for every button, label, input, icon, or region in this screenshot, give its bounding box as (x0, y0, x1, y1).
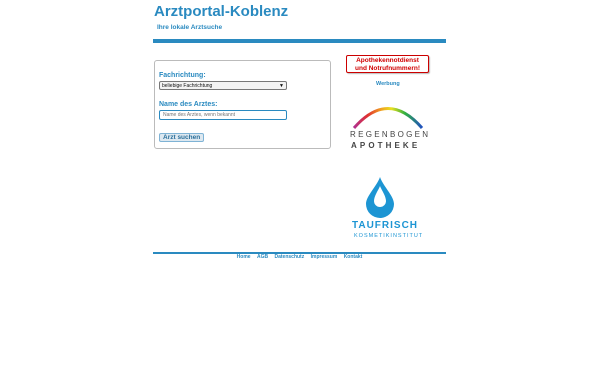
emergency-line2: und Notrufnummern! (355, 64, 420, 72)
specialty-select[interactable]: beliebige Fachrichtung ▼ (159, 81, 287, 90)
taufrisch-ad-line1: TAUFRISCH (352, 220, 419, 231)
regenbogen-ad-line2: APOTHEKE (351, 141, 421, 150)
header-bar (153, 39, 446, 43)
footer-link-kontakt[interactable]: Kontakt (344, 254, 363, 260)
footer-link-impressum[interactable]: Impressum (311, 254, 338, 260)
doctor-search-form: Fachrichtung: beliebige Fachrichtung ▼ N… (154, 60, 331, 149)
specialty-label: Fachrichtung: (159, 72, 206, 79)
chevron-down-icon: ▼ (279, 83, 284, 89)
site-subtitle: Ihre lokale Arztsuche (157, 24, 223, 31)
water-drop-logo-icon[interactable] (365, 176, 395, 218)
emergency-line1: Apothekennotdienst (356, 57, 419, 64)
specialty-select-value: beliebige Fachrichtung (162, 83, 213, 89)
emergency-pharmacy-button[interactable]: Apothekennotdienst und Notrufnummern! (346, 55, 429, 73)
site-title[interactable]: Arztportal-Koblenz (154, 3, 288, 20)
search-doctor-button[interactable]: Arzt suchen (159, 133, 205, 142)
doctor-name-label: Name des Arztes: (159, 101, 218, 108)
rainbow-arc-logo-icon[interactable] (350, 93, 426, 129)
footer-link-datenschutz[interactable]: Datenschutz (274, 254, 304, 260)
regenbogen-ad-line1: REGENBOGEN (350, 130, 431, 139)
footer-link-agb[interactable]: AGB (257, 254, 268, 260)
ad-label: Werbung (376, 81, 400, 87)
doctor-name-input[interactable] (159, 110, 287, 120)
footer-nav: Home AGB Datenschutz Impressum Kontakt (153, 254, 446, 260)
footer-link-home[interactable]: Home (237, 254, 251, 260)
taufrisch-ad-line2: KOSMETIKINSTITUT (354, 233, 424, 239)
